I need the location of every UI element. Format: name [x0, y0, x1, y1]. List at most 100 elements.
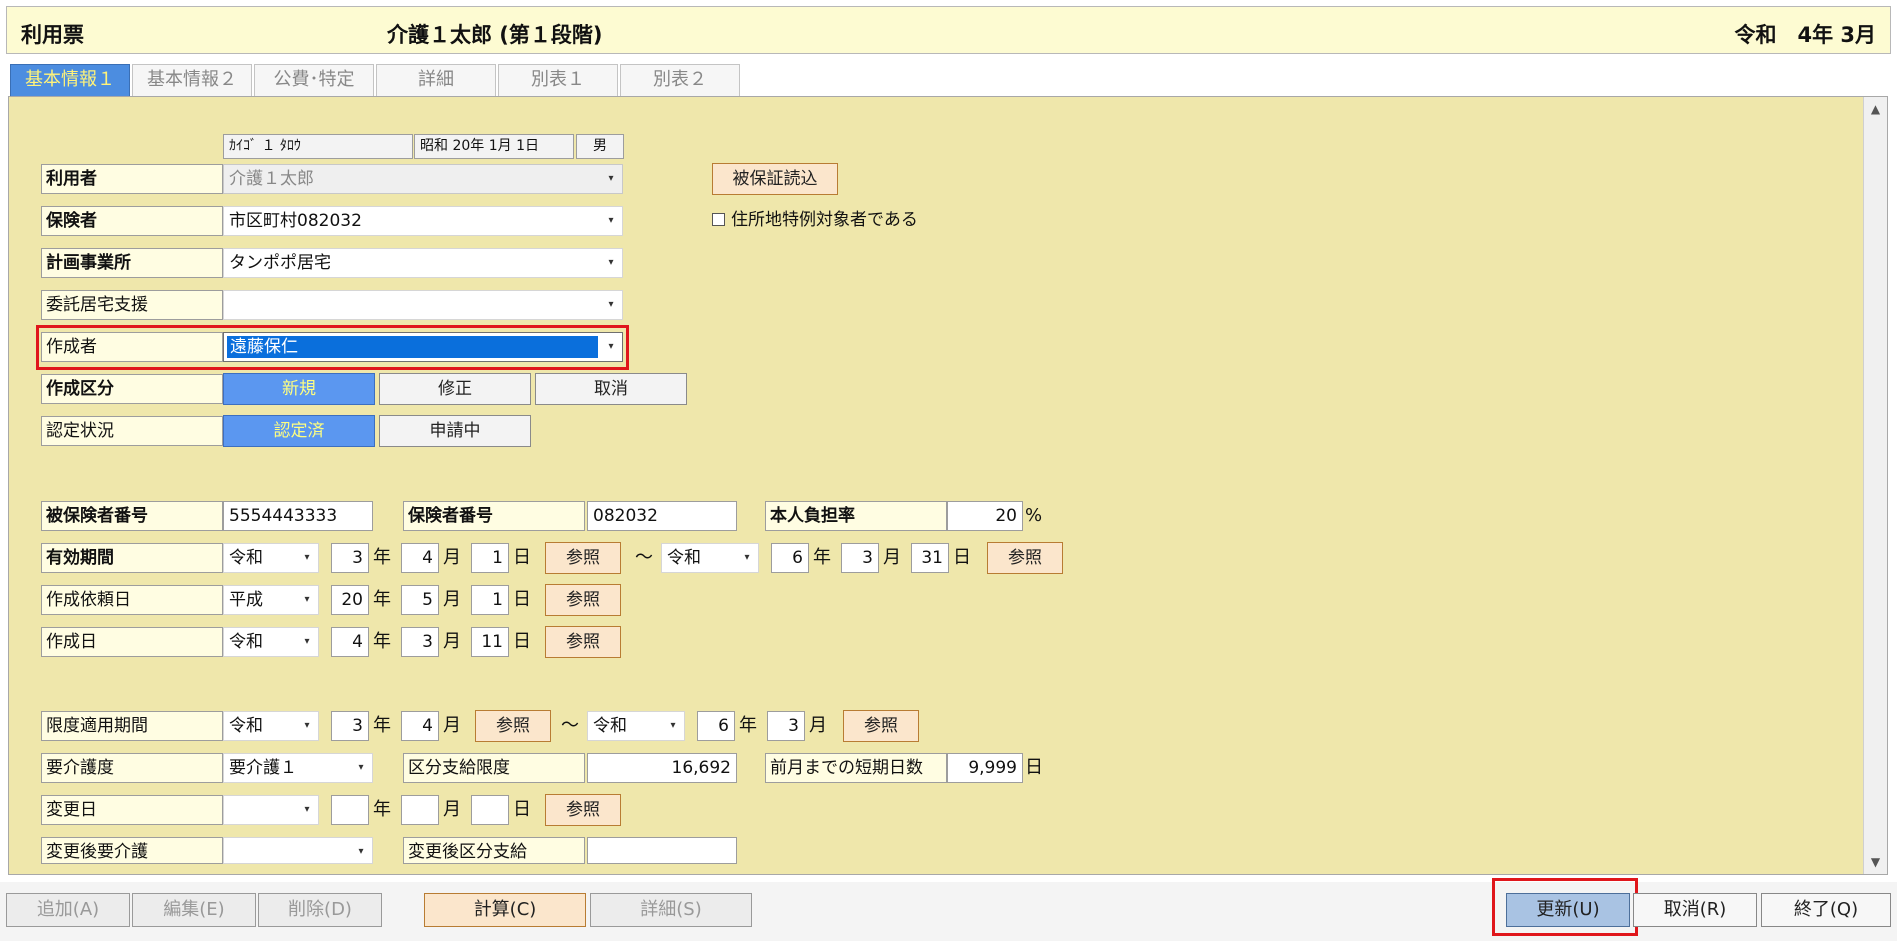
changed-level-select[interactable]: ▾: [223, 837, 373, 864]
change-day-input[interactable]: [471, 795, 509, 825]
valid-from-month-input[interactable]: 4: [401, 543, 439, 573]
request-year-input[interactable]: 20: [331, 585, 369, 615]
request-era-select[interactable]: 平成 ▾: [223, 585, 319, 615]
tab-public-expense[interactable]: 公費･特定: [254, 64, 374, 96]
change-era-select[interactable]: ▾: [223, 795, 319, 825]
limit-to-ref-button[interactable]: 参照: [843, 710, 919, 742]
valid-from-day-input[interactable]: 1: [471, 543, 509, 573]
user-select[interactable]: 介護１太郎 ▾: [223, 164, 623, 194]
address-special-checkbox[interactable]: 住所地特例対象者である: [712, 208, 918, 232]
create-year-input[interactable]: 4: [331, 627, 369, 657]
limit-to-era-select[interactable]: 令和 ▾: [587, 711, 685, 741]
label-insurer: 保険者: [41, 206, 223, 236]
label-changed-limit: 変更後区分支給: [403, 837, 585, 864]
request-month-input[interactable]: 5: [401, 585, 439, 615]
chevron-down-icon: ▾: [304, 720, 310, 731]
create-day-input[interactable]: 11: [471, 627, 509, 657]
limit-from-ref-button[interactable]: 参照: [475, 710, 551, 742]
year-unit: 年: [739, 715, 757, 736]
tab-basic-info-1[interactable]: 基本情報１: [10, 64, 130, 96]
valid-to-era-select[interactable]: 令和 ▾: [661, 543, 759, 573]
label-limit-period: 限度適用期間: [41, 711, 223, 741]
add-button[interactable]: 追加(A): [6, 893, 130, 927]
day-unit: 日: [513, 589, 531, 610]
valid-from-ref-button[interactable]: 参照: [545, 542, 621, 574]
highlight-update: [1492, 878, 1638, 936]
chevron-down-icon: ▾: [608, 299, 614, 310]
create-month-input[interactable]: 3: [401, 627, 439, 657]
delete-button[interactable]: 削除(D): [258, 893, 382, 927]
limit-from-era: 令和: [229, 716, 263, 736]
certified-button[interactable]: 認定済: [223, 415, 375, 447]
change-month-input[interactable]: [401, 795, 439, 825]
period-title: 令和 4年 3月: [1734, 23, 1876, 47]
user-value: 介護１太郎: [229, 169, 314, 189]
new-button[interactable]: 新規: [223, 373, 375, 405]
label-change-date: 変更日: [41, 795, 223, 825]
vertical-scrollbar[interactable]: ▲ ▼: [1863, 97, 1887, 874]
valid-from-era: 令和: [229, 548, 263, 568]
change-year-input[interactable]: [331, 795, 369, 825]
label-valid-period: 有効期間: [41, 543, 223, 573]
year-unit: 年: [373, 799, 391, 820]
month-unit: 月: [809, 715, 827, 736]
scroll-up-icon[interactable]: ▲: [1864, 97, 1887, 121]
tab-basic-info-2[interactable]: 基本情報２: [132, 64, 252, 96]
label-insurer-no: 保険者番号: [403, 501, 585, 531]
read-cert-button[interactable]: 被保証読込: [712, 163, 838, 195]
care-level-select[interactable]: 要介護１ ▾: [223, 753, 373, 783]
day-unit: 日: [953, 547, 971, 568]
year-unit: 年: [373, 547, 391, 568]
modify-button[interactable]: 修正: [379, 373, 531, 405]
valid-to-ref-button[interactable]: 参照: [987, 542, 1063, 574]
create-era-select[interactable]: 令和 ▾: [223, 627, 319, 657]
chevron-down-icon: ▾: [304, 636, 310, 647]
consign-select[interactable]: ▾: [223, 290, 623, 320]
label-burden: 本人負担率: [765, 501, 947, 531]
limit-to-year-input[interactable]: 6: [697, 711, 735, 741]
insurer-no-input[interactable]: 082032: [587, 501, 737, 531]
valid-to-month-input[interactable]: 3: [841, 543, 879, 573]
changed-limit-input[interactable]: [587, 837, 737, 864]
valid-to-day-input[interactable]: 31: [911, 543, 949, 573]
cancel-button[interactable]: 取消(R): [1633, 893, 1757, 927]
exit-button[interactable]: 終了(Q): [1761, 893, 1891, 927]
year-unit: 年: [373, 589, 391, 610]
tab-appendix-1[interactable]: 別表１: [498, 64, 618, 96]
label-request-date: 作成依頼日: [41, 585, 223, 615]
chevron-down-icon: ▾: [304, 804, 310, 815]
request-ref-button[interactable]: 参照: [545, 584, 621, 616]
insured-no-input[interactable]: 5554443333: [223, 501, 373, 531]
limit-from-month-input[interactable]: 4: [401, 711, 439, 741]
valid-to-era: 令和: [667, 548, 701, 568]
chevron-down-icon: ▾: [358, 846, 364, 857]
label-consign: 委託居宅支援: [41, 290, 223, 320]
create-ref-button[interactable]: 参照: [545, 626, 621, 658]
burden-input[interactable]: 20: [947, 501, 1023, 531]
valid-from-era-select[interactable]: 令和 ▾: [223, 543, 319, 573]
limit-amount-input[interactable]: 16,692: [587, 753, 737, 783]
change-ref-button[interactable]: 参照: [545, 794, 621, 826]
cancel-type-button[interactable]: 取消: [535, 373, 687, 405]
detail-button[interactable]: 詳細(S): [590, 893, 752, 927]
valid-to-year-input[interactable]: 6: [771, 543, 809, 573]
main-panel: ▲ ▼ ｶｲｺﾞ １ ﾀﾛｳ 昭和 20年 1月 1日 男 利用者 介護１太郎 ▾…: [8, 96, 1888, 875]
valid-from-year-input[interactable]: 3: [331, 543, 369, 573]
calculate-button[interactable]: 計算(C): [424, 893, 586, 927]
applying-button[interactable]: 申請中: [379, 415, 531, 447]
plan-office-select[interactable]: タンポポ居宅 ▾: [223, 248, 623, 278]
limit-to-month-input[interactable]: 3: [767, 711, 805, 741]
short-days-input[interactable]: 9,999: [947, 753, 1023, 783]
label-cert-status: 認定状況: [41, 416, 223, 446]
limit-from-era-select[interactable]: 令和 ▾: [223, 711, 319, 741]
edit-button[interactable]: 編集(E): [132, 893, 256, 927]
tab-detail[interactable]: 詳細: [376, 64, 496, 96]
window-title: 利用票: [21, 23, 84, 47]
month-unit: 月: [443, 799, 461, 820]
insurer-select[interactable]: 市区町村082032 ▾: [223, 206, 623, 236]
scroll-down-icon[interactable]: ▼: [1864, 850, 1887, 874]
request-day-input[interactable]: 1: [471, 585, 509, 615]
chevron-down-icon: ▾: [670, 720, 676, 731]
limit-from-year-input[interactable]: 3: [331, 711, 369, 741]
tab-appendix-2[interactable]: 別表２: [620, 64, 740, 96]
